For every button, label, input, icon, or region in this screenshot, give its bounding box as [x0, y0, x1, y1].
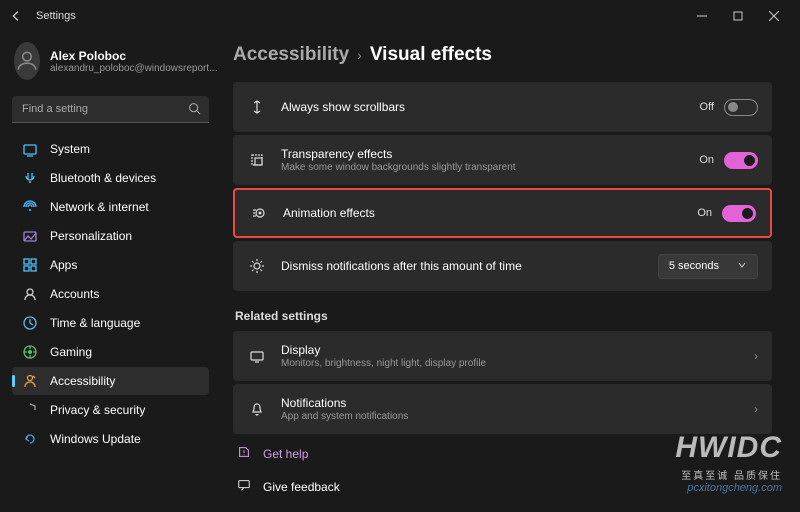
nav-label: Apps	[50, 258, 77, 272]
nav-label: Privacy & security	[50, 403, 145, 417]
content: Accessibility › Visual effects Always sh…	[215, 32, 800, 512]
close-button[interactable]	[756, 2, 792, 30]
setting-subtitle: Make some window backgrounds slightly tr…	[281, 162, 699, 173]
nav-label: Network & internet	[50, 200, 149, 214]
setting-icon	[247, 150, 267, 170]
help-icon	[237, 445, 251, 462]
related-link-display[interactable]: DisplayMonitors, brightness, night light…	[233, 331, 772, 381]
nav-label: Time & language	[50, 316, 140, 330]
dropdown[interactable]: 5 seconds	[658, 254, 758, 279]
sidebar-item-gaming[interactable]: Gaming	[12, 338, 209, 366]
nav-icon	[22, 373, 38, 389]
nav-label: Accessibility	[50, 374, 115, 388]
titlebar: Settings	[0, 0, 800, 32]
related-icon	[247, 399, 267, 419]
setting-icon	[247, 256, 267, 276]
chevron-right-icon: ›	[754, 349, 758, 363]
nav-label: Gaming	[50, 345, 92, 359]
sidebar-item-bluetooth-devices[interactable]: Bluetooth & devices	[12, 164, 209, 192]
setting-title: Transparency effects	[281, 147, 699, 161]
back-button[interactable]	[8, 8, 24, 24]
sidebar-item-apps[interactable]: Apps	[12, 251, 209, 279]
nav-label: Windows Update	[50, 432, 141, 446]
toggle[interactable]	[724, 152, 758, 169]
toggle-state: On	[699, 154, 714, 166]
setting-icon	[247, 97, 267, 117]
nav-list: System Bluetooth & devices Network & inter…	[12, 135, 209, 453]
maximize-button[interactable]	[720, 2, 756, 30]
related-link-notifications[interactable]: NotificationsApp and system notification…	[233, 384, 772, 434]
setting-row-always-show-scrollbars: Always show scrollbarsOff	[233, 82, 772, 132]
avatar	[14, 42, 40, 80]
page-title: Visual effects	[370, 44, 492, 66]
nav-icon	[22, 286, 38, 302]
chevron-right-icon: ›	[754, 402, 758, 416]
nav-icon	[22, 228, 38, 244]
toggle-state: Off	[700, 101, 714, 113]
sidebar-item-personalization[interactable]: Personalization	[12, 222, 209, 250]
nav-icon	[22, 402, 38, 418]
nav-icon	[22, 431, 38, 447]
nav-label: Personalization	[50, 229, 132, 243]
breadcrumb-parent[interactable]: Accessibility	[233, 44, 349, 66]
profile-name: Alex Poloboc	[50, 49, 217, 63]
sidebar: Alex Poloboc alexandru_poloboc@windowsre…	[0, 32, 215, 512]
search-input[interactable]	[12, 96, 209, 123]
setting-row-dismiss-notifications-after-this-amount-of-time: Dismiss notifications after this amount …	[233, 241, 772, 291]
nav-label: Bluetooth & devices	[50, 171, 156, 185]
setting-row-transparency-effects: Transparency effectsMake some window bac…	[233, 135, 772, 185]
sidebar-item-privacy-security[interactable]: Privacy & security	[12, 396, 209, 424]
toggle[interactable]	[724, 99, 758, 116]
nav-icon	[22, 141, 38, 157]
nav-label: System	[50, 142, 90, 156]
feedback-icon	[237, 478, 251, 495]
related-icon	[247, 346, 267, 366]
sidebar-item-time-language[interactable]: Time & language	[12, 309, 209, 337]
setting-title: Always show scrollbars	[281, 100, 700, 114]
nav-icon	[22, 170, 38, 186]
minimize-button[interactable]	[684, 2, 720, 30]
nav-icon	[22, 344, 38, 360]
sidebar-item-windows-update[interactable]: Windows Update	[12, 425, 209, 453]
nav-icon	[22, 315, 38, 331]
search-box[interactable]	[12, 96, 209, 123]
search-icon	[188, 102, 201, 118]
profile-email: alexandru_poloboc@windowsreport...	[50, 63, 217, 74]
sidebar-item-system[interactable]: System	[12, 135, 209, 163]
nav-icon	[22, 257, 38, 273]
chevron-right-icon: ›	[357, 47, 362, 63]
setting-title: Dismiss notifications after this amount …	[281, 259, 658, 273]
sidebar-item-network-internet[interactable]: Network & internet	[12, 193, 209, 221]
setting-row-animation-effects: Animation effectsOn	[233, 188, 772, 238]
get-help-link[interactable]: Get help	[233, 437, 772, 470]
chevron-down-icon	[737, 260, 747, 273]
profile[interactable]: Alex Poloboc alexandru_poloboc@windowsre…	[12, 36, 209, 92]
breadcrumb: Accessibility › Visual effects	[233, 44, 772, 66]
sidebar-item-accounts[interactable]: Accounts	[12, 280, 209, 308]
setting-icon	[249, 203, 269, 223]
nav-icon	[22, 199, 38, 215]
window-title: Settings	[36, 10, 76, 22]
sidebar-item-accessibility[interactable]: Accessibility	[12, 367, 209, 395]
toggle[interactable]	[722, 205, 756, 222]
give-feedback-link[interactable]: Give feedback	[233, 470, 772, 503]
setting-title: Animation effects	[283, 206, 697, 220]
toggle-state: On	[697, 207, 712, 219]
nav-label: Accounts	[50, 287, 99, 301]
related-heading: Related settings	[235, 309, 772, 323]
